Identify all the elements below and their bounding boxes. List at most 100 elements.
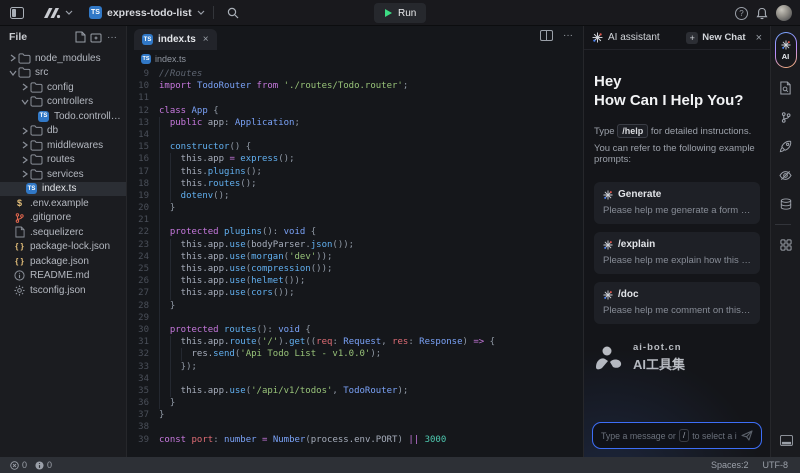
tree-item--sequelizerc[interactable]: .sequelizerc [0, 225, 126, 240]
search-icon[interactable] [222, 3, 244, 23]
error-count[interactable]: 0 [10, 460, 27, 470]
line-number[interactable]: 37 [127, 409, 159, 421]
database-icon[interactable] [775, 195, 797, 213]
tree-item-tsconfig-json[interactable]: tsconfig.json [0, 283, 126, 298]
tree-item--env-example[interactable]: $.env.example [0, 196, 126, 211]
send-icon[interactable] [741, 430, 753, 441]
greeting-line-2: How Can I Help You? [594, 91, 760, 110]
file-search-icon[interactable] [775, 79, 797, 97]
tree-item-node-modules[interactable]: node_modules [0, 51, 126, 66]
new-chat-button[interactable]: + New Chat [686, 32, 745, 44]
line-number[interactable]: 27 [127, 287, 159, 299]
chevron-right-icon[interactable] [20, 83, 30, 91]
tree-item-config[interactable]: config [0, 80, 126, 95]
chevron-right-icon[interactable] [8, 54, 18, 62]
line-number[interactable]: 19 [127, 190, 159, 202]
tree-item-todo-controller-ts[interactable]: TSTodo.controller.ts [0, 109, 126, 124]
eye-off-icon[interactable] [775, 166, 797, 184]
tree-item-readme-md[interactable]: README.md [0, 269, 126, 284]
new-file-icon[interactable] [72, 29, 88, 45]
line-number[interactable]: 17 [127, 166, 159, 178]
chevron-down-icon[interactable] [20, 99, 30, 105]
chevron-down-icon[interactable] [8, 70, 18, 76]
ts-icon: TS [25, 183, 38, 194]
avatar[interactable] [776, 5, 792, 21]
tree-item-label: routes [47, 154, 75, 165]
line-number[interactable]: 30 [127, 324, 159, 336]
app-logo[interactable] [40, 7, 73, 19]
project-switcher[interactable]: TS express-todo-list [89, 6, 205, 19]
split-editor-icon[interactable] [540, 30, 553, 41]
prompt-card-explain[interactable]: /explainPlease help me explain how this … [594, 232, 760, 274]
tree-item-services[interactable]: services [0, 167, 126, 182]
line-number[interactable]: 21 [127, 214, 159, 226]
tree-item-db[interactable]: db [0, 124, 126, 139]
git-branch-icon[interactable] [775, 108, 797, 126]
line-number[interactable]: 24 [127, 251, 159, 263]
line-number[interactable]: 38 [127, 421, 159, 433]
encoding-setting[interactable]: UTF-8 [763, 460, 789, 470]
panel-bottom-icon[interactable] [775, 431, 797, 449]
editor-more-icon[interactable]: ··· [563, 30, 573, 41]
line-number[interactable]: 10 [127, 80, 159, 92]
line-number[interactable]: 26 [127, 275, 159, 287]
line-number[interactable]: 14 [127, 129, 159, 141]
line-number[interactable]: 15 [127, 141, 159, 153]
tab-index-ts[interactable]: TS index.ts × [134, 29, 217, 50]
line-number[interactable]: 28 [127, 300, 159, 312]
warning-count[interactable]: 0 [35, 460, 52, 470]
chat-input[interactable]: Type a message or / to select a instruct… [592, 422, 762, 449]
line-number[interactable]: 39 [127, 434, 159, 446]
line-number[interactable]: 13 [127, 117, 159, 129]
explorer-more-icon[interactable]: ··· [104, 29, 120, 45]
tree-item-package-lock-json[interactable]: { }package-lock.json [0, 240, 126, 255]
tree-item-controllers[interactable]: controllers [0, 95, 126, 110]
indentation-setting[interactable]: Spaces:2 [711, 460, 749, 470]
code-line-16: 16this.app = express(); [127, 153, 583, 165]
line-number[interactable]: 33 [127, 361, 159, 373]
run-button[interactable]: Run [374, 3, 426, 23]
code-line-23: 23this.app.use(bodyParser.json()); [127, 239, 583, 251]
line-number[interactable]: 23 [127, 239, 159, 251]
chevron-right-icon[interactable] [20, 127, 30, 135]
breadcrumb[interactable]: TS index.ts [127, 50, 583, 67]
bell-icon[interactable] [756, 7, 768, 20]
line-number[interactable]: 34 [127, 373, 159, 385]
line-number[interactable]: 25 [127, 263, 159, 275]
line-number[interactable]: 16 [127, 153, 159, 165]
tree-item-index-ts[interactable]: TSindex.ts [0, 182, 126, 197]
line-number[interactable]: 31 [127, 336, 159, 348]
line-number[interactable]: 22 [127, 226, 159, 238]
rocket-icon[interactable] [775, 137, 797, 155]
tree-item-package-json[interactable]: { }package.json [0, 254, 126, 269]
chevron-right-icon[interactable] [20, 141, 30, 149]
chevron-right-icon[interactable] [20, 156, 30, 164]
tab-close-icon[interactable]: × [203, 34, 209, 45]
chevron-right-icon[interactable] [20, 170, 30, 178]
line-number[interactable]: 36 [127, 397, 159, 409]
ts-badge-icon: TS [89, 6, 102, 19]
line-number[interactable]: 29 [127, 312, 159, 324]
new-folder-icon[interactable] [88, 29, 104, 45]
ai-panel-toggle[interactable]: AI [775, 32, 797, 68]
tree-item-src[interactable]: src [0, 66, 126, 81]
prompt-card-doc[interactable]: /docPlease help me comment on this code. [594, 282, 760, 324]
tree-item--gitignore[interactable]: .gitignore [0, 211, 126, 226]
help-icon[interactable]: ? [735, 7, 748, 20]
info-icon [35, 461, 44, 470]
close-icon[interactable]: × [756, 32, 762, 44]
prompt-card-generate[interactable]: GeneratePlease help me generate a form c… [594, 182, 760, 224]
sidebar-toggle-icon[interactable] [6, 3, 28, 23]
line-number[interactable]: 32 [127, 348, 159, 360]
line-number[interactable]: 11 [127, 92, 159, 104]
line-number[interactable]: 12 [127, 105, 159, 117]
line-number[interactable]: 18 [127, 178, 159, 190]
line-number[interactable]: 35 [127, 385, 159, 397]
tree-item-routes[interactable]: routes [0, 153, 126, 168]
line-number[interactable]: 9 [127, 68, 159, 80]
problems-summary[interactable]: 0 0 [0, 460, 52, 470]
code-area[interactable]: 9//Routes10import TodoRouter from './rou… [127, 68, 583, 457]
grid-icon[interactable] [775, 236, 797, 254]
tree-item-middlewares[interactable]: middlewares [0, 138, 126, 153]
line-number[interactable]: 20 [127, 202, 159, 214]
